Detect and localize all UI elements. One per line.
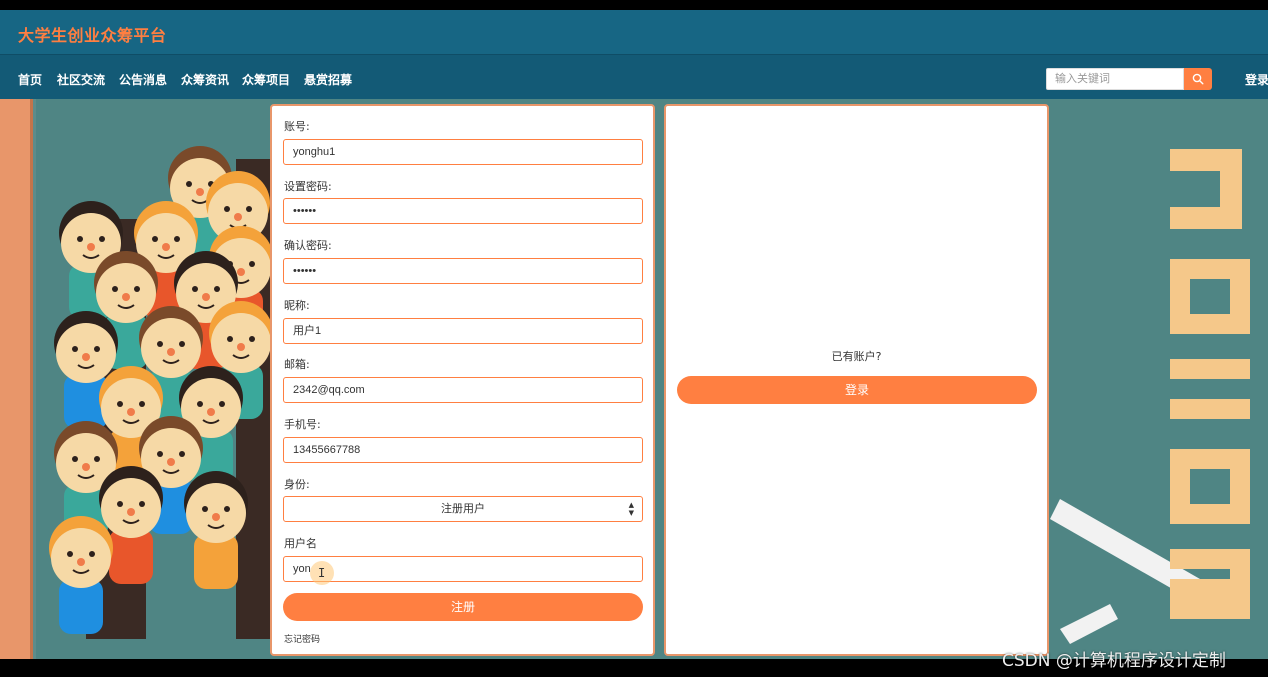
join-us-lettering-art [1050, 149, 1250, 644]
phone-input[interactable]: 13455667788 [283, 437, 643, 463]
password-label: 设置密码: [284, 180, 332, 193]
confirm-password-input[interactable]: •••••• [283, 258, 643, 284]
nav-item-announcements[interactable]: 公告消息 [119, 71, 167, 88]
email-label: 邮箱: [284, 358, 310, 371]
nav-item-home[interactable]: 首页 [18, 71, 42, 88]
select-arrows-icon: ▲ ▼ [628, 501, 634, 517]
role-select-value: 注册用户 [441, 502, 485, 515]
register-button[interactable]: 注册 [283, 593, 643, 621]
confirm-password-label: 确认密码: [284, 239, 332, 252]
account-input[interactable]: yonghu1 [283, 139, 643, 165]
phone-label: 手机号: [284, 418, 321, 431]
login-button[interactable]: 登录 [677, 376, 1037, 404]
site-header: 大学生创业众筹平台 [0, 10, 1268, 54]
nav-item-news[interactable]: 众筹资讯 [181, 71, 229, 88]
people-crowd-illustration [49, 146, 276, 639]
username-input[interactable]: yon [283, 556, 643, 582]
nickname-label: 昵称: [284, 299, 310, 312]
nav-item-bounty[interactable]: 悬赏招募 [304, 71, 352, 88]
nav-item-community[interactable]: 社区交流 [57, 71, 105, 88]
role-label: 身份: [284, 478, 310, 491]
top-black-bar [0, 0, 1268, 10]
account-label: 账号: [284, 120, 310, 133]
search-button[interactable] [1184, 68, 1212, 90]
site-title[interactable]: 大学生创业众筹平台 [18, 22, 167, 46]
email-input[interactable]: 2342@qq.com [283, 377, 643, 403]
search-input[interactable]: 输入关键词 [1046, 68, 1184, 90]
password-input[interactable]: •••••• [283, 198, 643, 224]
nav-item-projects[interactable]: 众筹项目 [242, 71, 290, 88]
username-label: 用户名 [284, 537, 317, 550]
chalkboard-frame [0, 99, 33, 659]
have-account-text: 已有账户? [831, 350, 882, 363]
nickname-input[interactable]: 用户1 [283, 318, 643, 344]
role-select[interactable]: 注册用户 ▲ ▼ [283, 496, 643, 522]
forgot-password-link[interactable]: 忘记密码 [284, 632, 320, 645]
watermark-text: CSDN @计算机程序设计定制 [1002, 651, 1226, 671]
search-icon [1192, 73, 1204, 85]
text-cursor-icon: I [318, 566, 326, 580]
login-panel: 已有账户? 登录 [664, 104, 1049, 656]
nav-login-link[interactable]: 登录 [1245, 71, 1268, 88]
